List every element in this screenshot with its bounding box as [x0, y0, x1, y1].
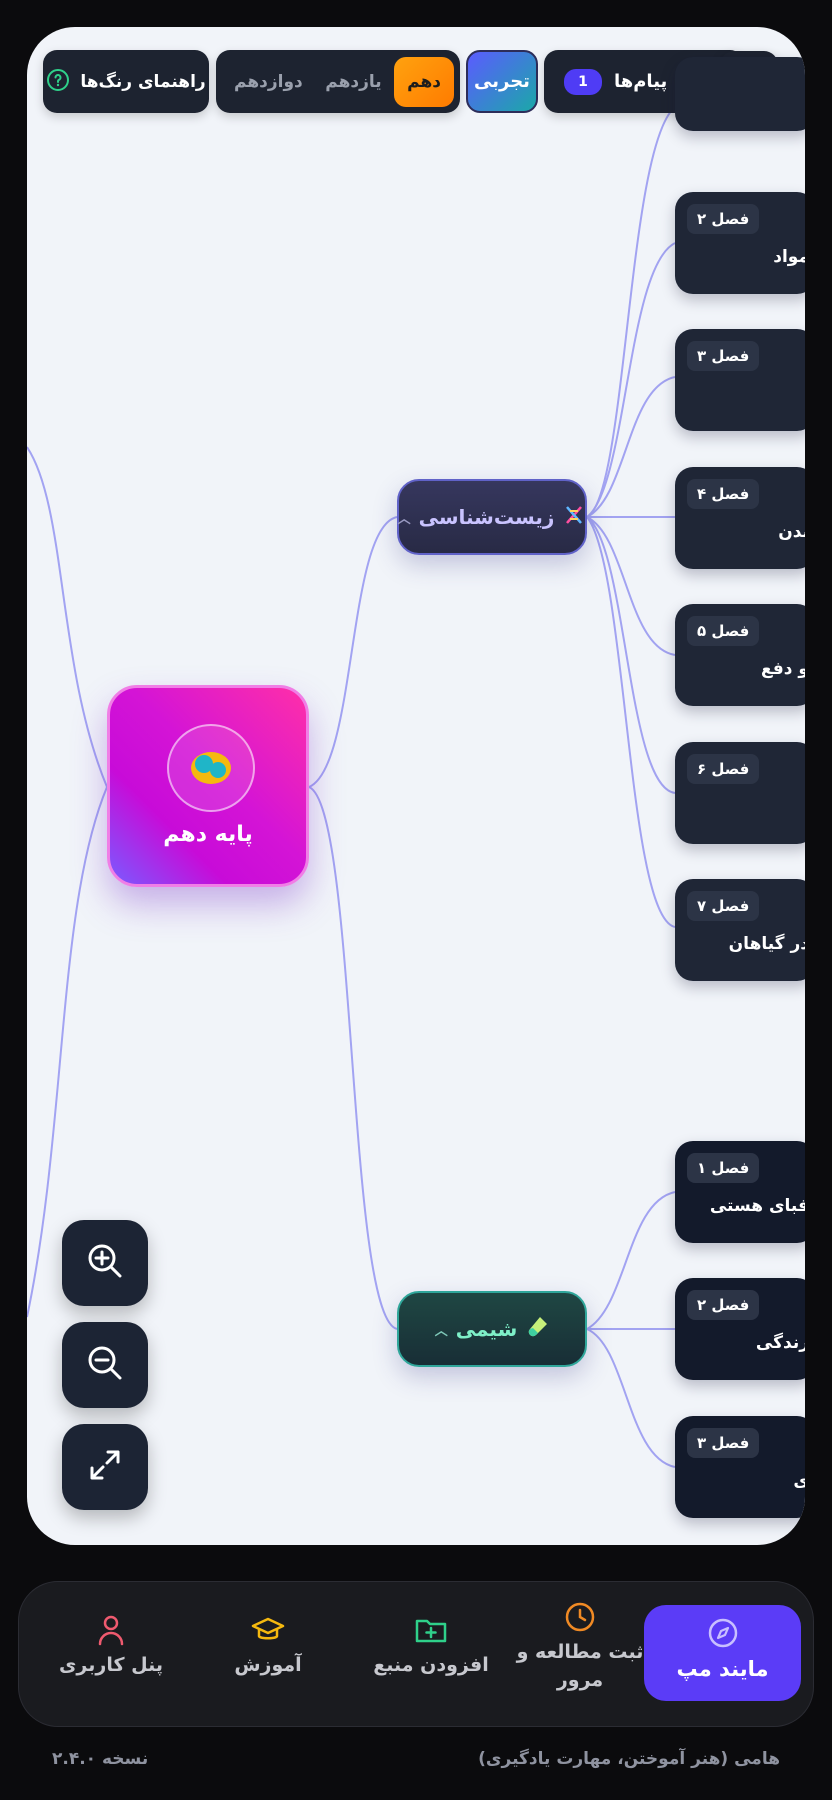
center-node-label: پایه دهم: [163, 822, 253, 847]
chapter-chip: فصل ۳: [687, 341, 760, 371]
color-guide-button[interactable]: راهنمای رنگ‌ها: [43, 50, 209, 113]
nav-study-log[interactable]: ثبت مطالعه و مرور: [505, 1600, 655, 1694]
subject-label-biology: زیست‌شناسی: [418, 505, 555, 529]
app-logo-icon: [167, 724, 255, 812]
chapter-node-chemistry-3[interactable]: فصل ۳ ی: [675, 1416, 805, 1518]
expand-icon: [88, 1448, 122, 1486]
tab-grade-12[interactable]: دوازدهم: [224, 72, 313, 92]
nav-label: ثبت مطالعه و مرور: [516, 1641, 644, 1691]
chapter-chip: فصل ۲: [687, 1290, 760, 1320]
question-circle-icon: [46, 68, 70, 96]
nav-label: افزودن منبع: [373, 1654, 489, 1676]
zoom-in-button[interactable]: [62, 1220, 148, 1306]
chapter-title: مواد: [773, 247, 805, 267]
chapter-chip: فصل ۴: [687, 479, 760, 509]
track-toggle[interactable]: تجربی: [466, 50, 538, 113]
chapter-node-biology-6[interactable]: فصل ۶: [675, 742, 805, 844]
chapter-node-biology-7[interactable]: فصل ۷ در گیاهان: [675, 879, 805, 981]
chapter-node-chemistry-1[interactable]: فصل ۱ فبای هستی: [675, 1141, 805, 1243]
messages-count-badge: 1: [564, 68, 602, 95]
chapter-title: زندگی: [755, 1333, 805, 1353]
subject-node-biology[interactable]: ︿ زیست‌شناسی: [397, 479, 587, 555]
subject-label-chemistry: شیمی: [455, 1317, 518, 1341]
subject-node-chemistry[interactable]: ︿ شیمی: [397, 1291, 587, 1367]
chapter-chip: فصل ۳: [687, 1428, 760, 1458]
tab-grade-10[interactable]: دهم: [394, 56, 454, 107]
color-guide-label: راهنمای رنگ‌ها: [80, 71, 206, 92]
chapter-node-biology-1[interactable]: [675, 57, 805, 131]
nav-mind-map[interactable]: مایند مپ: [644, 1605, 801, 1701]
chapter-node-biology-2[interactable]: فصل ۲ مواد: [675, 192, 805, 294]
tagline: هامی (هنر آموختن، مهارت یادگیری): [478, 1749, 780, 1769]
nav-label: آموزش: [234, 1654, 302, 1676]
messages-label: پیام‌ها: [614, 71, 668, 92]
nav-add-resource[interactable]: افزودن منبع: [346, 1610, 516, 1676]
chapter-title: ی: [793, 1471, 805, 1491]
zoom-out-icon: [85, 1343, 125, 1387]
version-label: نسخه ۲.۴.۰: [52, 1749, 149, 1769]
compass-icon: [644, 1617, 801, 1649]
nav-label: مایند مپ: [676, 1657, 769, 1681]
chapter-chip: فصل ۱: [687, 1153, 760, 1183]
chevron-up-icon[interactable]: ︿: [435, 1320, 448, 1339]
mindmap-canvas[interactable]: راهنمای رنگ‌ها دوازدهم یازدهم دهم تجربی …: [27, 27, 805, 1545]
zoom-in-icon: [85, 1241, 125, 1285]
zoom-out-button[interactable]: [62, 1322, 148, 1408]
center-node-grade-10[interactable]: پایه دهم: [107, 685, 309, 887]
chapter-title: فبای هستی: [709, 1196, 805, 1216]
dna-icon: [562, 503, 586, 532]
chapter-title: در گیاهان: [728, 934, 805, 954]
chapter-node-biology-5[interactable]: فصل ۵ و دفع: [675, 604, 805, 706]
fit-view-button[interactable]: [62, 1424, 148, 1510]
chapter-node-biology-3[interactable]: فصل ۳: [675, 329, 805, 431]
user-icon: [36, 1610, 186, 1650]
test-tube-icon: [525, 1315, 549, 1344]
nav-label: پنل کاربری: [59, 1654, 163, 1676]
chapter-chip: فصل ۶: [687, 754, 760, 784]
chevron-up-icon[interactable]: ︿: [398, 508, 411, 527]
grade-selector[interactable]: دوازدهم یازدهم دهم: [216, 50, 460, 113]
nav-education[interactable]: آموزش: [193, 1610, 343, 1676]
chapter-chip: فصل ۷: [687, 891, 760, 921]
chapter-title: و دفع: [761, 659, 805, 679]
chapter-chip: فصل ۵: [687, 616, 760, 646]
bottom-navigation: پنل کاربری آموزش افزودن منبع ثبت مطالعه …: [18, 1581, 814, 1727]
graduation-cap-icon: [193, 1610, 343, 1650]
chapter-chip: فصل ۲: [687, 204, 760, 234]
chapter-title: بدن: [778, 522, 805, 542]
chapter-node-biology-4[interactable]: فصل ۴ بدن: [675, 467, 805, 569]
clock-icon: [505, 1600, 655, 1634]
nav-user-panel[interactable]: پنل کاربری: [36, 1610, 186, 1676]
tab-grade-11[interactable]: یازدهم: [315, 72, 391, 92]
chapter-node-chemistry-2[interactable]: فصل ۲ زندگی: [675, 1278, 805, 1380]
folder-plus-icon: [346, 1610, 516, 1650]
